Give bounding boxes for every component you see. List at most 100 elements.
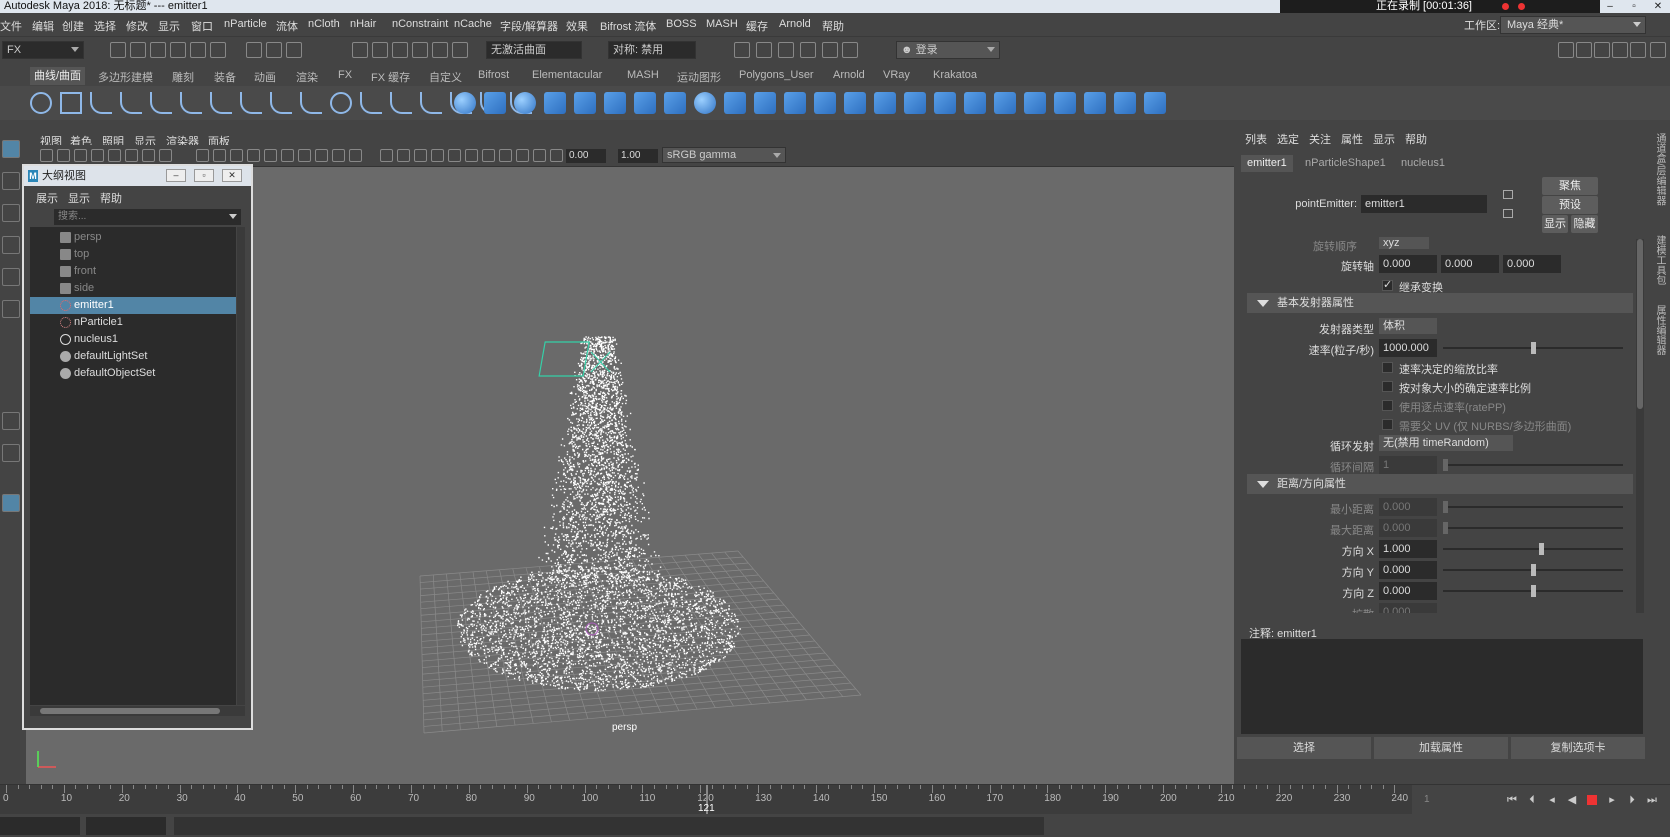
viewport-tool-icon[interactable]: [448, 149, 461, 162]
gamma-field[interactable]: 1.00: [618, 149, 658, 163]
menu-item-5[interactable]: 显示: [158, 18, 180, 34]
viewport-tool-icon[interactable]: [142, 149, 155, 162]
shelf-tab-9[interactable]: Bifrost: [478, 69, 509, 81]
shelf-tool-icon[interactable]: [30, 92, 52, 114]
section-distance-direction[interactable]: 距离/方向属性: [1247, 474, 1633, 494]
presets-button[interactable]: 预设: [1542, 196, 1598, 214]
close-icon[interactable]: ✕: [1648, 0, 1668, 13]
step-forward-key-icon[interactable]: ⏵: [1626, 794, 1638, 806]
shelf-tool-icon[interactable]: [1054, 92, 1076, 114]
paint-select-icon[interactable]: [2, 204, 20, 222]
ae-tab-emitter1[interactable]: emitter1: [1241, 155, 1293, 172]
shelf-tab-7[interactable]: FX 缓存: [371, 69, 410, 85]
status-tool-icon[interactable]: [190, 42, 206, 58]
status-tool-icon[interactable]: [1630, 42, 1646, 58]
step-forward-frame-icon[interactable]: ▸: [1606, 794, 1618, 806]
exposure-field[interactable]: 0.00: [566, 149, 606, 163]
shelf-tool-icon[interactable]: [634, 92, 656, 114]
direction-z-slider[interactable]: [1443, 585, 1623, 597]
shelf-tab-13[interactable]: Polygons_User: [739, 69, 814, 81]
viewport-tool-icon[interactable]: [349, 149, 362, 162]
status-tool-icon[interactable]: [392, 42, 408, 58]
shelf-tab-5[interactable]: 渲染: [296, 69, 318, 85]
shelf-tool-icon[interactable]: [390, 92, 412, 114]
shelf-tab-1[interactable]: 多边形建模: [98, 69, 153, 85]
outliner-item-defaultLightSet[interactable]: defaultLightSet: [30, 348, 236, 365]
status-tool-icon[interactable]: [372, 42, 388, 58]
record-dot-icon[interactable]: [1502, 3, 1509, 10]
viewport-tool-icon[interactable]: [332, 149, 345, 162]
shelf-tab-11[interactable]: MASH: [627, 69, 659, 81]
viewport-tool-icon[interactable]: [550, 149, 563, 162]
minimize-icon[interactable]: –: [1600, 0, 1620, 13]
cycle-emission-select[interactable]: 无(禁用 timeRandom): [1379, 435, 1513, 451]
node-name-input[interactable]: emitter1: [1361, 195, 1487, 213]
slider-handle[interactable]: [1539, 543, 1545, 555]
shelf-tab-16[interactable]: Krakatoa: [933, 69, 977, 81]
section-basic-emitter[interactable]: 基本发射器属性: [1247, 293, 1633, 313]
step-back-key-icon[interactable]: ⏴: [1526, 794, 1538, 806]
range-bar[interactable]: [174, 817, 1044, 835]
rotate-axis-y-input[interactable]: 0.000: [1441, 255, 1499, 273]
status-tool-icon[interactable]: [1594, 42, 1610, 58]
playback-start-field[interactable]: [86, 817, 166, 835]
direction-x-slider[interactable]: [1443, 543, 1623, 555]
viewport-tool-icon[interactable]: [414, 149, 427, 162]
rate-slider[interactable]: [1443, 342, 1623, 354]
move-tool-icon[interactable]: [2, 236, 20, 254]
outliner-item-nucleus1[interactable]: nucleus1: [30, 331, 236, 348]
focus-button[interactable]: 聚焦: [1542, 177, 1598, 195]
menu-item-7[interactable]: nParticle: [224, 18, 267, 30]
status-tool-icon[interactable]: [734, 42, 750, 58]
status-tool-icon[interactable]: [1576, 42, 1592, 58]
emitter-type-select[interactable]: 体积: [1379, 318, 1437, 334]
right-tab-0[interactable]: 通道盒/层编辑器: [1652, 133, 1667, 206]
cycle-interval-slider[interactable]: [1443, 459, 1623, 471]
menu-item-2[interactable]: 创建: [62, 18, 84, 34]
ae-bottom-button-2[interactable]: 复制选项卡: [1511, 737, 1645, 759]
outliner-title-bar[interactable]: M 大纲视图 – ▫ ✕: [24, 166, 251, 186]
shelf-tool-icon[interactable]: [484, 92, 506, 114]
shelf-tool-icon[interactable]: [1084, 92, 1106, 114]
step-back-frame-icon[interactable]: ◂: [1546, 794, 1558, 806]
input-connection-icon[interactable]: [1503, 190, 1513, 199]
viewport-tool-icon[interactable]: [74, 149, 87, 162]
status-tool-icon[interactable]: [1558, 42, 1574, 58]
viewport-tool-icon[interactable]: [499, 149, 512, 162]
scroll-thumb[interactable]: [1637, 239, 1643, 409]
menu-item-17[interactable]: MASH: [706, 18, 738, 30]
menu-item-4[interactable]: 修改: [126, 18, 148, 34]
direction-y-slider[interactable]: [1443, 564, 1623, 576]
direction-x-input[interactable]: 1.000: [1379, 540, 1437, 558]
scale-tool-icon[interactable]: [2, 300, 20, 318]
shelf-tool-icon[interactable]: [1144, 92, 1166, 114]
rate-option-checkbox[interactable]: [1382, 419, 1393, 430]
shelf-tab-8[interactable]: 自定义: [429, 69, 462, 85]
menu-item-8[interactable]: 流体: [276, 18, 298, 34]
rate-option-checkbox[interactable]: [1382, 362, 1393, 373]
shelf-tool-icon[interactable]: [784, 92, 806, 114]
layout-four-icon[interactable]: [2, 444, 20, 462]
max-distance-input[interactable]: 0.000: [1379, 519, 1437, 537]
maximize-icon[interactable]: ▫: [194, 169, 214, 182]
menu-item-20[interactable]: 帮助: [822, 18, 844, 34]
workspace-select[interactable]: Maya 经典*: [1500, 16, 1646, 34]
shelf-tool-icon[interactable]: [814, 92, 836, 114]
viewport-tool-icon[interactable]: [482, 149, 495, 162]
rate-option-checkbox[interactable]: [1382, 381, 1393, 392]
shelf-tool-icon[interactable]: [210, 92, 232, 114]
hide-button[interactable]: 隐藏: [1571, 215, 1598, 233]
status-tool-icon[interactable]: [778, 42, 794, 58]
shelf-tab-3[interactable]: 装备: [214, 69, 236, 85]
minimize-icon[interactable]: –: [166, 169, 186, 182]
min-distance-input[interactable]: 0.000: [1379, 498, 1437, 516]
shelf-tool-icon[interactable]: [90, 92, 112, 114]
shelf-tool-icon[interactable]: [1024, 92, 1046, 114]
menu-item-3[interactable]: 选择: [94, 18, 116, 34]
status-tool-icon[interactable]: [286, 42, 302, 58]
close-icon[interactable]: ✕: [222, 169, 242, 182]
min-distance-slider[interactable]: [1443, 501, 1623, 513]
shelf-tab-2[interactable]: 雕刻: [172, 69, 194, 85]
ae-menu-5[interactable]: 帮助: [1405, 131, 1427, 147]
shelf-tool-icon[interactable]: [724, 92, 746, 114]
